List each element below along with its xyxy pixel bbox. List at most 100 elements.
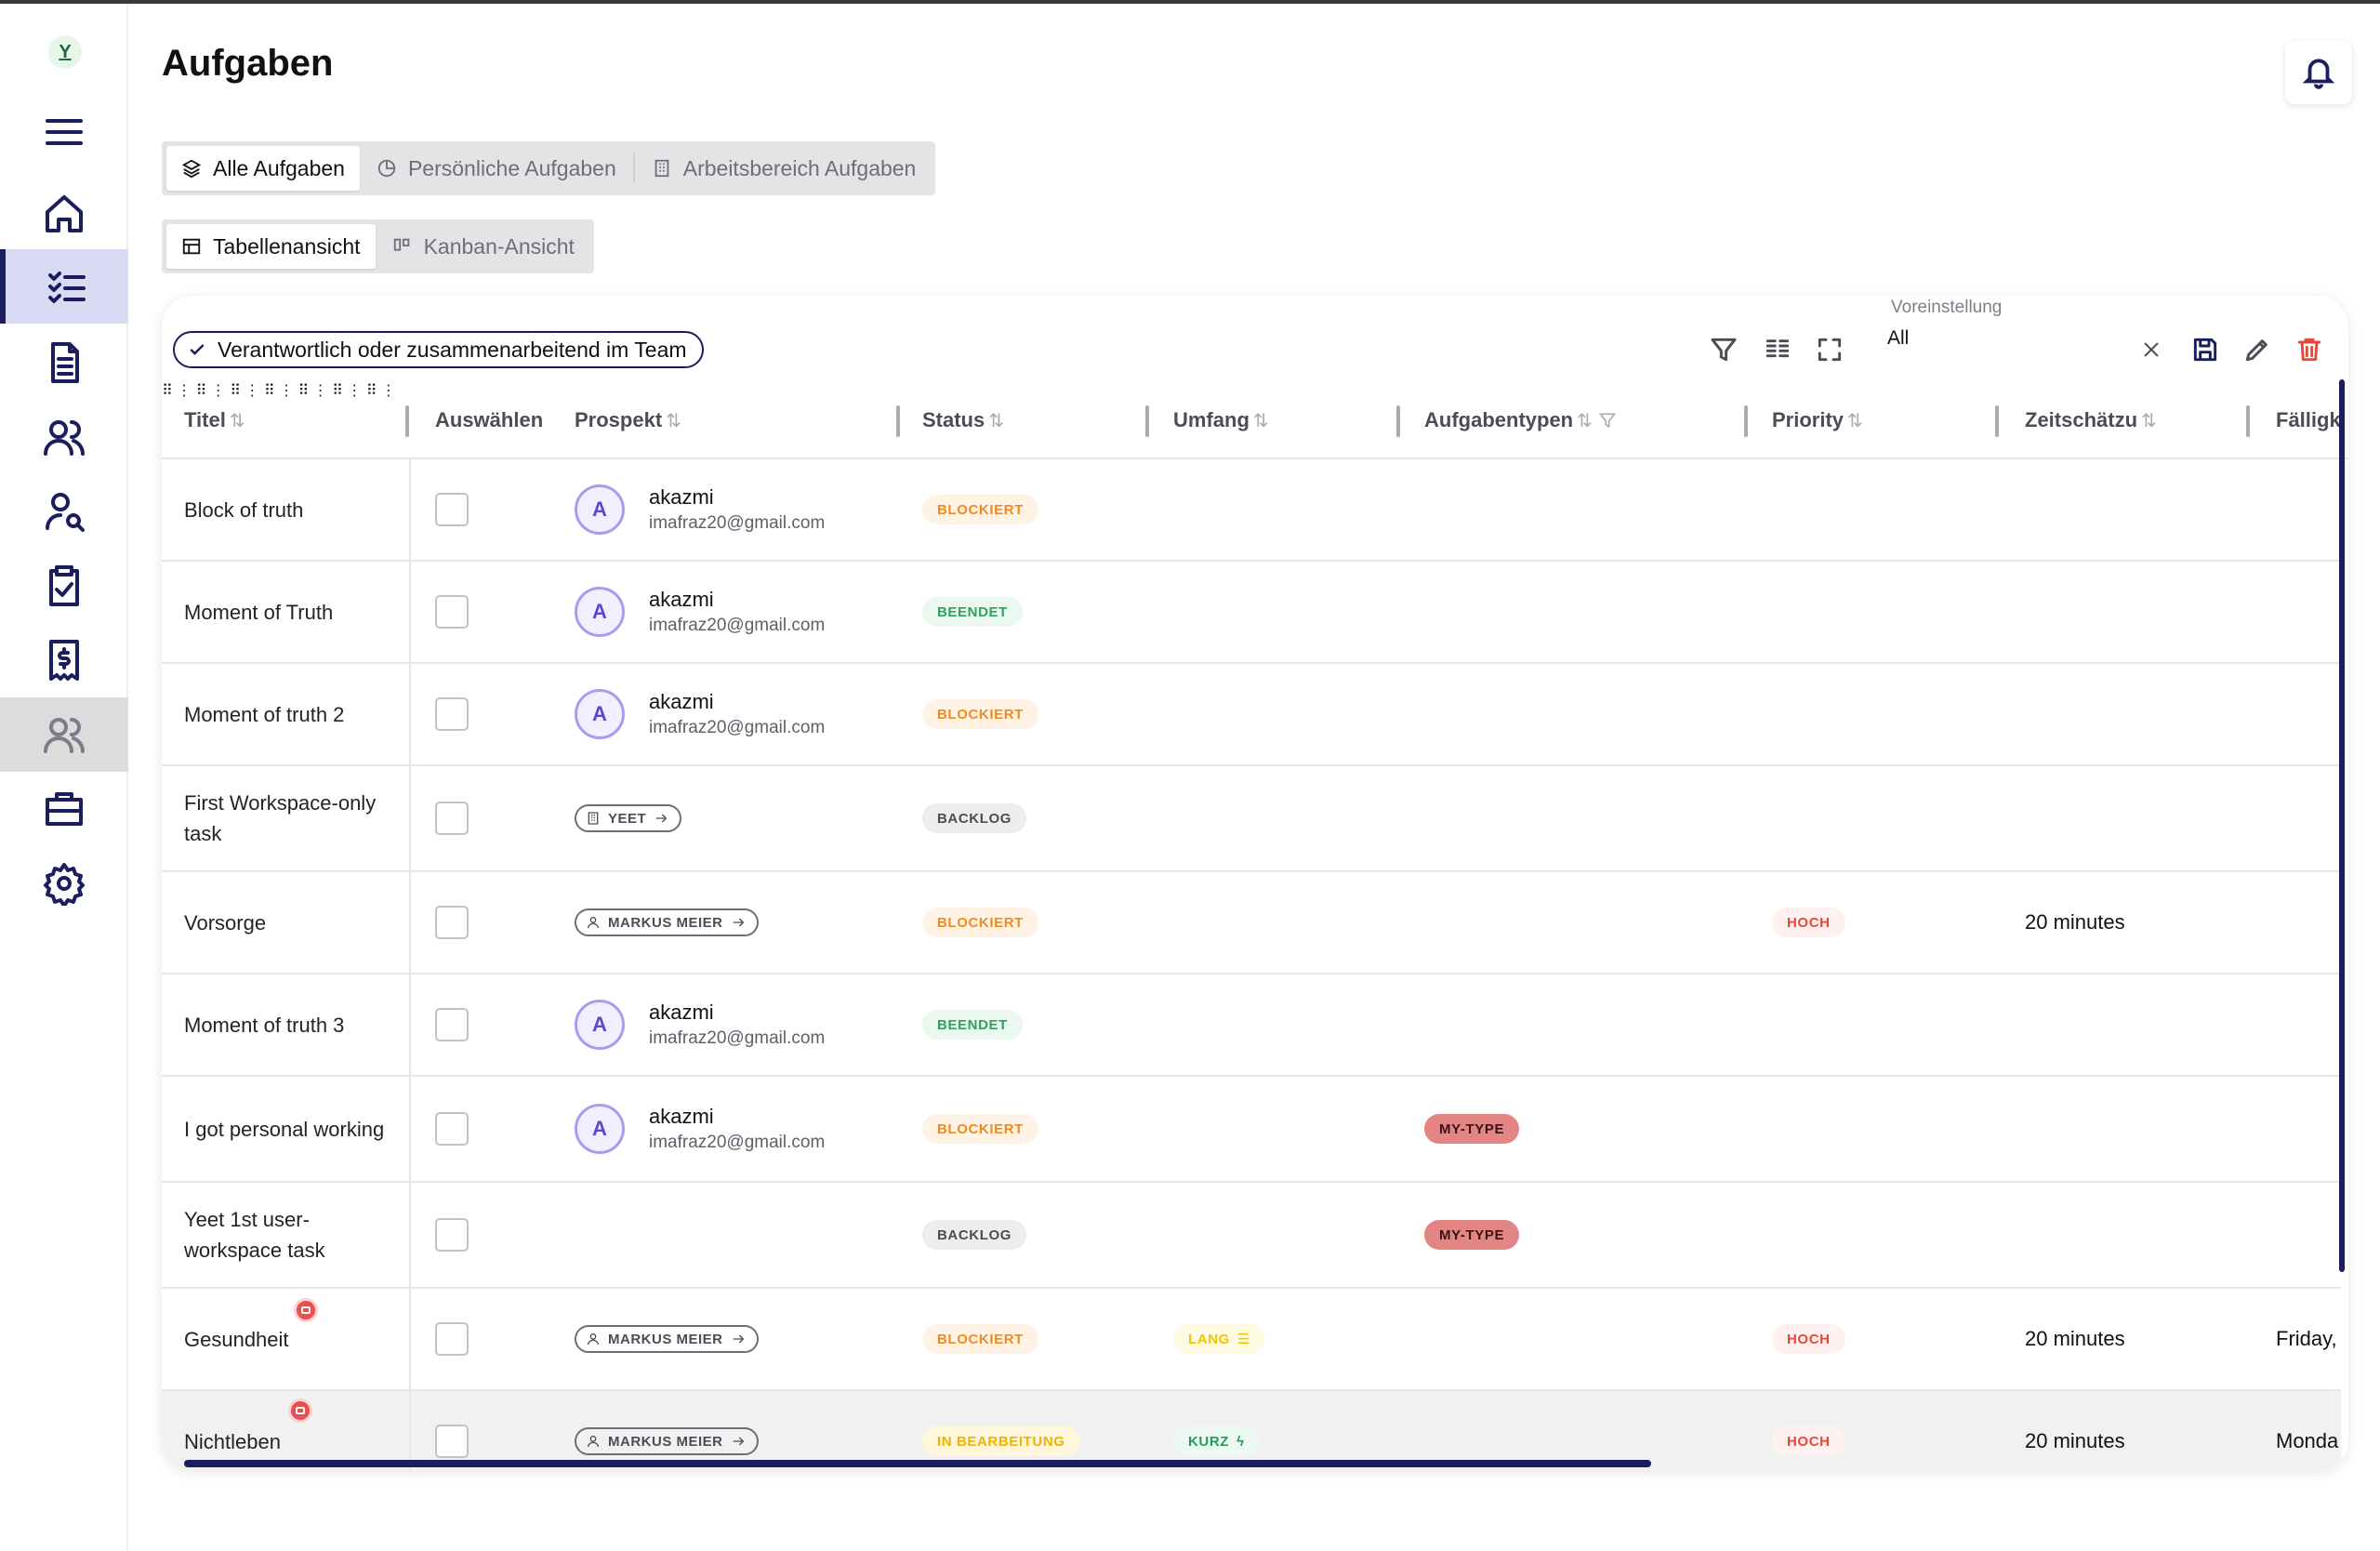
workspace-logo[interactable]: Y bbox=[48, 35, 82, 69]
prospect-cell[interactable]: A akazmi imafraz20@gmail.com bbox=[575, 459, 825, 560]
table-row[interactable]: Gesundheit MARKUS MEIER BLOCKIERT LANG ☰ … bbox=[162, 1289, 2341, 1391]
column-resize-handle[interactable] bbox=[2246, 405, 2250, 437]
task-title[interactable]: Block of truth bbox=[184, 459, 407, 560]
table-row[interactable]: Yeet 1st user-workspace task BACKLOG MY-… bbox=[162, 1183, 2341, 1289]
drag-handle-icon[interactable]: ⠿ bbox=[366, 383, 377, 399]
column-resize-handle[interactable] bbox=[405, 405, 409, 437]
drag-handle-icon[interactable]: ⠿ bbox=[298, 383, 310, 399]
table-row[interactable]: Moment of truth 3 A akazmi imafraz20@gmai… bbox=[162, 974, 2341, 1077]
row-select-checkbox[interactable] bbox=[435, 1289, 469, 1389]
status-badge[interactable]: BLOCKIERT bbox=[922, 495, 1038, 524]
status-badge[interactable]: IN BEARBEITUNG bbox=[922, 1426, 1080, 1456]
sidebar-item-user-search[interactable] bbox=[0, 474, 128, 549]
row-select-checkbox[interactable] bbox=[435, 459, 469, 560]
prospect-cell[interactable]: A akazmi imafraz20@gmail.com bbox=[575, 1077, 825, 1181]
column-header-prospect[interactable]: Prospekt ⇅ bbox=[575, 381, 681, 459]
table-row[interactable]: Moment of Truth A akazmi imafraz20@gmail.… bbox=[162, 562, 2341, 664]
sidebar-item-invoices[interactable] bbox=[0, 623, 128, 697]
column-resize-handle[interactable] bbox=[1995, 405, 1999, 437]
sort-icon[interactable]: ⇅ bbox=[988, 409, 1004, 432]
edit-preset-button[interactable] bbox=[2229, 322, 2285, 378]
time-estimate[interactable]: 20 minutes bbox=[2025, 1289, 2125, 1389]
vertical-scrollbar[interactable] bbox=[2339, 379, 2345, 1272]
tab-all-tasks[interactable]: Alle Aufgaben bbox=[166, 146, 360, 191]
column-resize-handle[interactable] bbox=[896, 405, 900, 437]
sort-icon[interactable]: ⇅ bbox=[1847, 409, 1863, 432]
status-badge[interactable]: BEENDET bbox=[922, 597, 1023, 627]
column-header-title[interactable]: Titel ⇅ bbox=[184, 381, 245, 459]
sidebar-item-workspace[interactable] bbox=[0, 772, 128, 846]
column-menu-icon[interactable]: ⋮ bbox=[279, 383, 294, 399]
tab-table-view[interactable]: Tabellenansicht bbox=[166, 224, 376, 269]
column-menu-icon[interactable]: ⋮ bbox=[245, 383, 259, 399]
status-badge[interactable]: BLOCKIERT bbox=[922, 699, 1038, 729]
table-row[interactable]: Vorsorge MARKUS MEIER BLOCKIERT HOCH 20 … bbox=[162, 872, 2341, 974]
sort-icon[interactable]: ⇅ bbox=[666, 409, 681, 432]
sort-icon[interactable]: ⇅ bbox=[2141, 409, 2157, 432]
sidebar-item-team[interactable] bbox=[0, 697, 128, 772]
sidebar-item-settings[interactable] bbox=[0, 846, 128, 921]
task-type-badge[interactable]: MY-TYPE bbox=[1424, 1114, 1520, 1144]
column-resize-handle[interactable] bbox=[1145, 405, 1149, 437]
drag-handle-icon[interactable]: ⠿ bbox=[162, 383, 173, 399]
task-title[interactable]: Vorsorge bbox=[184, 872, 407, 973]
priority-badge[interactable]: HOCH bbox=[1772, 1426, 1845, 1456]
task-title[interactable]: Moment of truth 3 bbox=[184, 974, 407, 1075]
status-badge[interactable]: BACKLOG bbox=[922, 1220, 1027, 1250]
row-select-checkbox[interactable] bbox=[435, 664, 469, 764]
scope-badge[interactable]: KURZ ϟ bbox=[1173, 1426, 1260, 1456]
column-header-task-types[interactable]: Aufgabentypen ⇅ bbox=[1424, 381, 1617, 459]
status-badge[interactable]: BACKLOG bbox=[922, 803, 1027, 833]
column-header-priority[interactable]: Priority ⇅ bbox=[1772, 381, 1863, 459]
notifications-button[interactable] bbox=[2285, 41, 2352, 104]
prospect-cell[interactable]: A akazmi imafraz20@gmail.com bbox=[575, 562, 825, 662]
sort-icon[interactable]: ⇅ bbox=[230, 409, 245, 432]
tab-workspace-tasks[interactable]: Arbeitsbereich Aufgaben bbox=[637, 146, 932, 191]
prospect-cell[interactable]: A akazmi imafraz20@gmail.com bbox=[575, 664, 825, 764]
horizontal-scrollbar[interactable] bbox=[184, 1460, 1651, 1467]
column-header-status[interactable]: Status ⇅ bbox=[922, 381, 1004, 459]
column-filter-icon[interactable] bbox=[1598, 411, 1617, 430]
column-header-estimate[interactable]: Zeitschätzu ⇅ bbox=[2025, 381, 2157, 459]
row-select-checkbox[interactable] bbox=[435, 1183, 469, 1287]
reminder-alert-icon[interactable] bbox=[294, 1298, 318, 1322]
table-row[interactable]: First Workspace-only task YEET BACKLOG bbox=[162, 766, 2341, 872]
column-header-due[interactable]: Fälligk bbox=[2276, 381, 2341, 459]
reminder-alert-icon[interactable] bbox=[288, 1399, 312, 1423]
column-header-scope[interactable]: Umfang ⇅ bbox=[1173, 381, 1269, 459]
due-date[interactable]: Monda bbox=[2276, 1391, 2338, 1471]
sidebar-item-contacts[interactable] bbox=[0, 400, 128, 474]
contact-link-chip[interactable]: MARKUS MEIER bbox=[575, 1325, 759, 1353]
tab-kanban-view[interactable]: Kanban-Ansicht bbox=[377, 224, 589, 269]
column-menu-icon[interactable]: ⋮ bbox=[381, 383, 396, 399]
time-estimate[interactable]: 20 minutes bbox=[2025, 1391, 2125, 1471]
prospect-cell[interactable]: MARKUS MEIER bbox=[575, 872, 759, 973]
priority-badge[interactable]: HOCH bbox=[1772, 1324, 1845, 1354]
row-select-checkbox[interactable] bbox=[435, 562, 469, 662]
row-select-checkbox[interactable] bbox=[435, 974, 469, 1075]
contact-link-chip[interactable]: MARKUS MEIER bbox=[575, 908, 759, 936]
sidebar-item-tasks[interactable] bbox=[0, 249, 128, 324]
menu-toggle[interactable] bbox=[0, 95, 128, 169]
table-row[interactable]: I got personal working A akazmi imafraz20… bbox=[162, 1077, 2341, 1183]
column-resize-handle[interactable] bbox=[1396, 405, 1400, 437]
filter-button[interactable] bbox=[1696, 322, 1752, 378]
sort-icon[interactable]: ⇅ bbox=[1253, 409, 1269, 432]
task-title[interactable]: Yeet 1st user-workspace task bbox=[184, 1183, 407, 1287]
row-select-checkbox[interactable] bbox=[435, 766, 469, 870]
task-type-badge[interactable]: MY-TYPE bbox=[1424, 1220, 1520, 1250]
sidebar-item-clipboard[interactable] bbox=[0, 549, 128, 623]
task-title[interactable]: I got personal working bbox=[184, 1077, 407, 1181]
priority-badge[interactable]: HOCH bbox=[1772, 908, 1845, 937]
team-filter-chip[interactable]: Verantwortlich oder zusammenarbeitend im… bbox=[173, 331, 704, 368]
due-date[interactable]: Friday, bbox=[2276, 1289, 2337, 1389]
sidebar-item-documents[interactable] bbox=[0, 325, 128, 400]
column-menu-icon[interactable]: ⋮ bbox=[347, 383, 362, 399]
status-badge[interactable]: BLOCKIERT bbox=[922, 908, 1038, 937]
task-title[interactable]: First Workspace-only task bbox=[184, 766, 407, 870]
status-badge[interactable]: BEENDET bbox=[922, 1010, 1023, 1040]
sort-icon[interactable]: ⇅ bbox=[1577, 409, 1593, 432]
task-title[interactable]: Moment of truth 2 bbox=[184, 664, 407, 764]
row-select-checkbox[interactable] bbox=[435, 1077, 469, 1181]
task-title[interactable]: Moment of Truth bbox=[184, 562, 407, 662]
